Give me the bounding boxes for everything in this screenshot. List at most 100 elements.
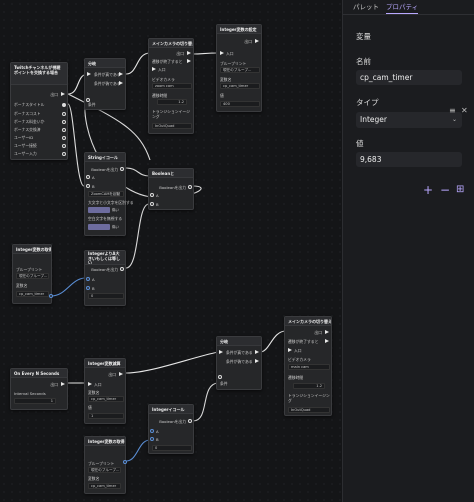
exec-in-pin[interactable] <box>220 51 224 55</box>
output-pin[interactable] <box>62 136 66 140</box>
boolean-and-node[interactable]: Booleanと Booleanを出力 A B <box>148 168 194 210</box>
wire-exec <box>259 330 287 353</box>
exec-out-pin[interactable] <box>119 372 123 376</box>
blueprint-canvas[interactable]: Twitchチャンネルが視聴ポイントを交換する場合 出口 ボーナスタイトル ボー… <box>0 0 342 502</box>
integer-get-node[interactable]: Integer変数の取得 ブループリント 現在のブループ... 変数名 cp_c… <box>84 436 127 494</box>
variable-field[interactable]: cp_cam_timer <box>88 483 121 489</box>
tab-palette[interactable]: パレット <box>353 2 379 13</box>
branch-node[interactable]: 分岐 条件が真である 条件が偽である 条件 <box>216 336 262 390</box>
wire-bool <box>125 203 150 269</box>
exec-out-pin[interactable] <box>61 92 65 96</box>
close-icon[interactable]: ✕ <box>461 106 468 116</box>
tab-properties[interactable]: プロパティ <box>386 2 419 14</box>
integer-subtract-node[interactable]: Integer変数減算 出口 入口 変数名 cp_cam_timer 値 1 <box>84 358 126 424</box>
transition-label: トランジションイージング <box>152 109 190 119</box>
input-b-pin[interactable] <box>150 202 154 206</box>
blueprint-label: ブループリント <box>88 461 115 466</box>
case-sensitive-toggle[interactable]: 偽い <box>88 207 119 213</box>
output-pin[interactable] <box>62 112 66 116</box>
value-input[interactable]: 9,683 <box>356 152 462 167</box>
input-a-field[interactable]: ZoomCAMを起動 <box>88 191 124 197</box>
duration-field[interactable]: 1.2 <box>157 99 187 105</box>
ignore-whitespace-toggle[interactable]: 偽い <box>88 224 119 230</box>
exec-out-pin[interactable] <box>61 382 65 386</box>
plus-icon[interactable]: + <box>423 184 433 196</box>
input-a-pin[interactable] <box>150 193 154 197</box>
false-exec-pin[interactable] <box>255 359 259 363</box>
twitch-event-node[interactable]: Twitchチャンネルが視聴ポイントを交換する場合 出口 ボーナスタイトル ボー… <box>10 62 68 160</box>
type-select[interactable]: Integer ⌄ <box>356 112 462 128</box>
input-b-pin[interactable] <box>86 286 90 290</box>
false-exec-pin[interactable] <box>119 81 123 85</box>
done-exec-pin[interactable] <box>325 339 329 343</box>
value-label: 値 <box>356 139 364 148</box>
transition-field[interactable]: InOutQuad <box>288 407 330 413</box>
integer-compare-node[interactable]: IntegerよりA大きいもしくは等しい Booleanを出力 A B 0 <box>84 250 126 306</box>
output-pin[interactable] <box>188 419 192 423</box>
output-pin[interactable] <box>62 144 66 148</box>
output-pin[interactable] <box>62 128 66 132</box>
input-a-pin[interactable] <box>150 429 154 433</box>
output-pin[interactable] <box>120 167 124 171</box>
exec-in-pin[interactable] <box>152 67 156 71</box>
wire-int <box>50 277 85 297</box>
output-label: Booleanを出力 <box>91 167 118 172</box>
condition-pin[interactable] <box>218 375 222 379</box>
blueprint-field[interactable]: 現在のブループ... <box>88 467 121 473</box>
input-a-pin[interactable] <box>86 175 90 179</box>
minus-icon[interactable]: − <box>440 184 450 196</box>
branch-node[interactable]: 分岐 条件が真である 条件が偽である 条件 <box>84 58 126 110</box>
name-input[interactable]: cp_cam_timer <box>356 70 462 85</box>
variable-field[interactable]: cp_cam_timer <box>88 396 124 402</box>
value-field[interactable]: 1 <box>88 413 124 419</box>
true-exec-pin[interactable] <box>255 350 259 354</box>
output-pin[interactable] <box>62 120 66 124</box>
camera-switch-node[interactable]: メインカメラの切り替え 出口 遷移が終了すると 入口 ビデオカメラ main c… <box>284 316 332 416</box>
exec-out-pin[interactable] <box>187 51 191 55</box>
type-value: Integer <box>360 115 387 124</box>
exec-in-pin[interactable] <box>288 348 292 352</box>
duration-field[interactable]: 1.2 <box>293 383 325 389</box>
exec-in-pin[interactable] <box>219 350 223 354</box>
camera-switch-node[interactable]: メインカメラの切り替え 出口 遷移が終了すると 入口 ビデオカメラ zoom c… <box>148 38 194 134</box>
node-title: Integerイコール <box>149 405 193 414</box>
wire-exec <box>191 52 219 55</box>
output-pin[interactable] <box>49 294 53 298</box>
blueprint-label: ブループリント <box>16 267 43 272</box>
section-title: 変量 <box>356 32 371 41</box>
camera-field[interactable]: main cam <box>288 364 330 370</box>
exec-out-pin[interactable] <box>325 330 329 334</box>
transition-field[interactable]: InOutQuad <box>152 123 192 129</box>
input-a-pin[interactable] <box>86 277 90 281</box>
menu-icon[interactable]: ≡ <box>449 106 456 116</box>
variable-field[interactable]: cp_cam_timer <box>220 83 260 89</box>
integer-get-node[interactable]: Integer変数の取得 ブループリント 現在のブループ... 変数名 cp_c… <box>12 244 53 304</box>
on-every-n-seconds-node[interactable]: On Every N Seconds 出口 Interval Seconds 1 <box>10 368 68 410</box>
interval-field[interactable]: 1 <box>14 398 56 404</box>
value-field[interactable]: 400 <box>220 101 260 107</box>
exec-in-pin[interactable] <box>87 72 91 76</box>
input-b-pin[interactable] <box>150 437 154 441</box>
string-equal-node[interactable]: Stringイコール Booleanを出力 A B ZoomCAMを起動 大文字… <box>84 152 134 236</box>
output-label: Booleanを出力 <box>159 419 186 424</box>
output-pin[interactable] <box>188 185 192 189</box>
exec-out-pin[interactable] <box>255 39 259 43</box>
output-pin[interactable] <box>123 460 127 464</box>
blueprint-field[interactable]: 現在のブループ... <box>220 67 260 73</box>
done-exec-pin[interactable] <box>187 59 191 63</box>
blueprint-field[interactable]: 現在のブループ... <box>16 273 49 279</box>
input-b-pin[interactable] <box>86 184 90 188</box>
output-pin[interactable] <box>62 152 66 156</box>
integer-set-node[interactable]: Integer変数の設定 出口 入口 ブループリント 現在のブループ... 変数… <box>216 24 262 112</box>
true-exec-pin[interactable] <box>119 72 123 76</box>
variable-field[interactable]: cp_cam_timer <box>16 291 49 297</box>
input-b-field[interactable]: 0 <box>88 293 124 299</box>
integer-equal-node[interactable]: Integerイコール Booleanを出力 A B 0 <box>148 404 194 454</box>
output-pin[interactable] <box>120 267 124 271</box>
input-b-field[interactable]: 0 <box>152 445 192 451</box>
camera-field[interactable]: zoom cam <box>152 83 192 89</box>
exec-in-pin[interactable] <box>88 382 92 386</box>
output-pin[interactable] <box>62 103 66 107</box>
wire-bool <box>192 382 219 422</box>
tree-icon[interactable]: ⊞ <box>456 185 464 195</box>
